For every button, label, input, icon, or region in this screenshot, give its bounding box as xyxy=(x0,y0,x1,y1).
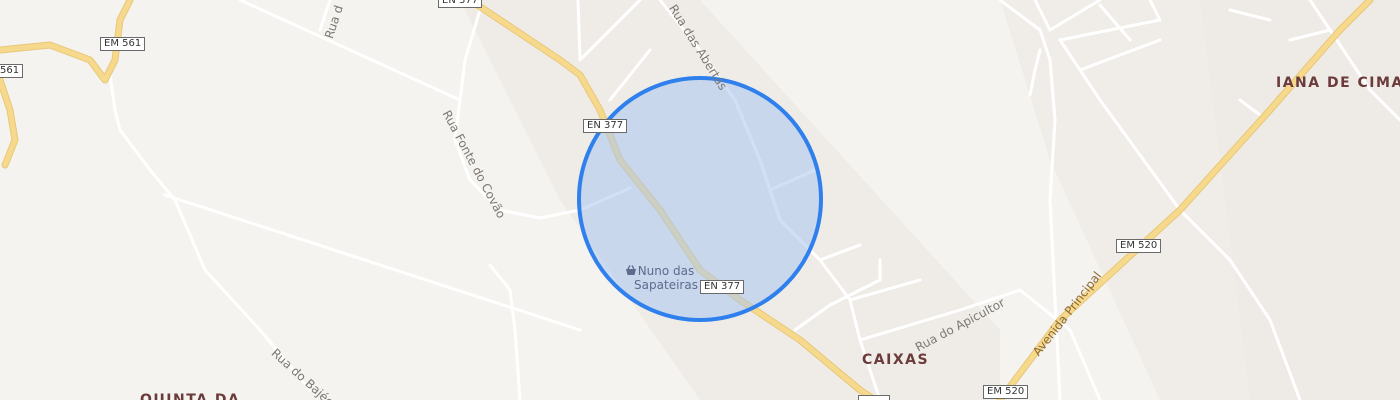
poi-name-line2: Sapateiras xyxy=(634,278,698,292)
place-label-quinta-da: QUINTA DA xyxy=(140,392,241,400)
minor-road xyxy=(576,0,582,62)
poi-name-line1: Nuno das xyxy=(637,264,695,278)
road-shield-em561: EM 561 xyxy=(100,37,146,51)
road-shield-en377-north: EN 377 xyxy=(438,0,483,8)
map-view[interactable]: EN 377 EM 561 561 EN 377 EN 377 EM 520 E… xyxy=(0,0,1400,400)
road-shield-em520: EM 520 xyxy=(1116,239,1162,253)
basket-icon xyxy=(626,265,636,275)
road-shield-em520-south: EM 520 xyxy=(983,385,1029,399)
minor-road xyxy=(238,0,462,102)
road-shield-em561-edge: 561 xyxy=(0,64,24,78)
place-label-caixas: CAIXAS xyxy=(862,352,930,368)
place-label-iana-de-cima: IANA DE CIMA xyxy=(1276,75,1400,91)
road-shield-en377-mid: EN 377 xyxy=(583,119,628,133)
poi-nuno-das-sapateiras[interactable]: Nuno das Sapateiras xyxy=(624,264,708,292)
minor-road xyxy=(488,263,522,400)
road-shield-partial xyxy=(858,395,890,400)
minor-road xyxy=(163,193,582,332)
